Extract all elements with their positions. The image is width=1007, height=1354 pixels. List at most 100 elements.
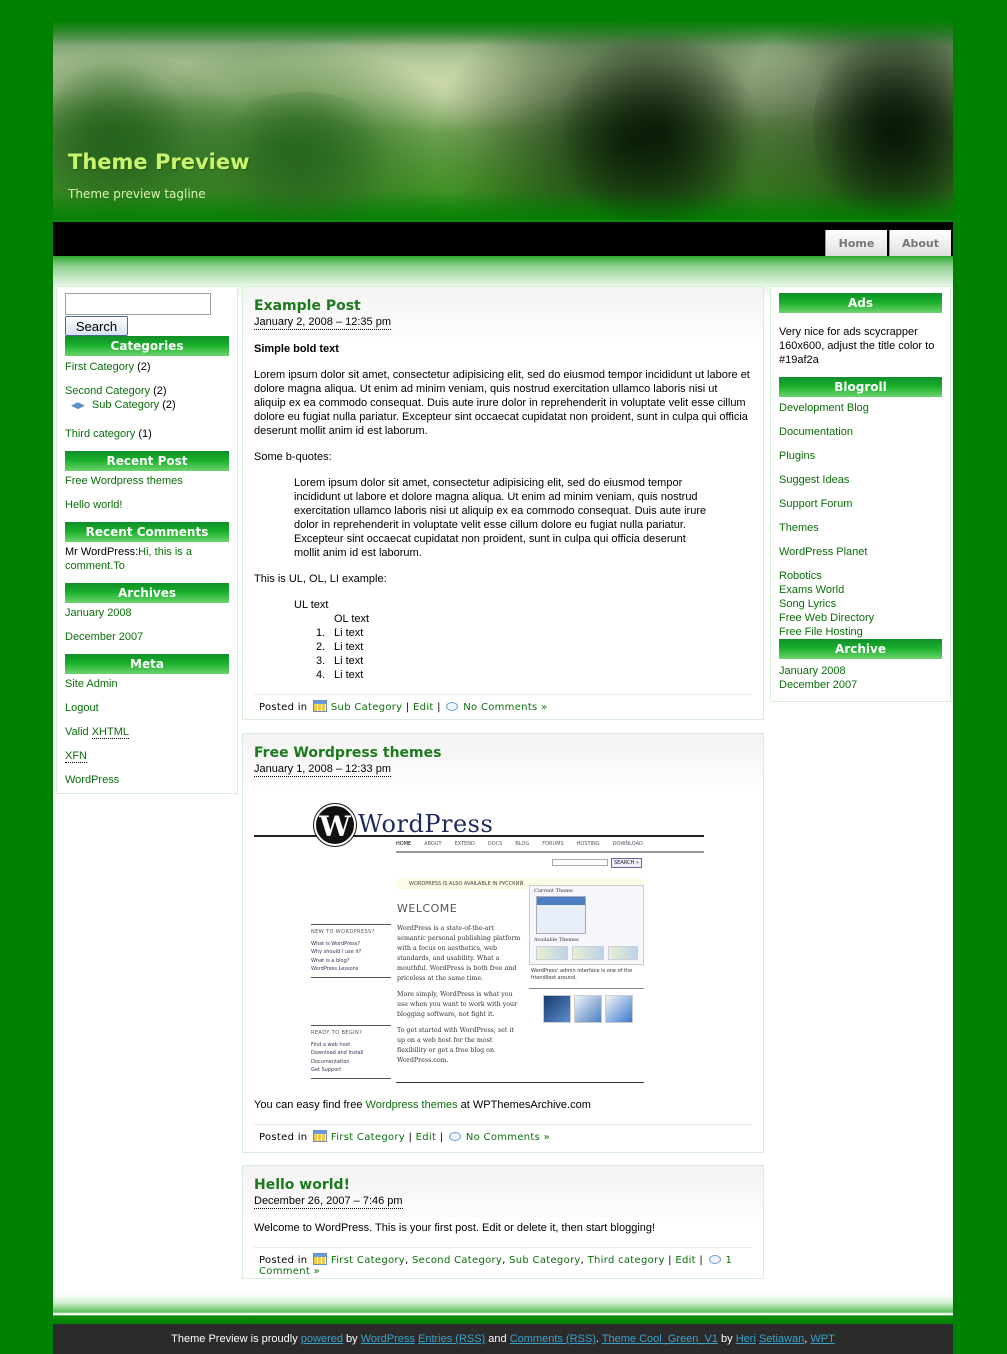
search-form: Search [65,293,229,336]
post-category-link[interactable]: Sub Category [509,1255,581,1266]
footer-wpt-link[interactable]: WPT [810,1333,834,1345]
screenshot-label: Available Themes [534,937,579,943]
blogroll-link[interactable]: Themes [779,522,819,534]
nav-home[interactable]: Home [825,230,887,257]
post-date: January 1, 2008 – 12:33 pm [254,763,391,777]
list-text: Li text [334,669,364,681]
widget-title-recent-posts: Recent Post [65,451,229,471]
post-category-link[interactable]: Second Category [412,1255,502,1266]
post-category-link[interactable]: Sub Category [331,702,403,713]
footer-author-link[interactable]: Setiawan [759,1333,804,1345]
recent-comment-item: Mr WordPress:Hi, this is a comment.To [65,545,229,573]
edit-link[interactable]: Edit [413,702,434,713]
list-number: 4. [316,669,326,681]
archive-link[interactable]: December 2007 [779,679,857,691]
nav-about[interactable]: About [889,230,951,257]
archive-link[interactable]: December 2007 [65,631,143,643]
post-text: Welcome to WordPress. This is your first… [254,1222,656,1234]
meta-logout-link[interactable]: Logout [65,702,99,714]
wordpress-logo-icon: W [314,804,356,846]
wordpress-screenshot-image: W WordPress HOME ABOUT EXTEND DOCS BLOG … [254,799,704,1084]
footer-powered-link[interactable]: powered [301,1333,343,1345]
screenshot-nav-item: HOME [396,841,412,847]
comment-author: Mr WordPress [65,546,136,558]
post-title-link[interactable]: Hello world! [254,1177,350,1193]
meta-xfn-link[interactable]: XFN [65,750,87,763]
footer-comments-rss-link[interactable]: Comments (RSS) [510,1333,596,1345]
archive-link[interactable]: January 2008 [779,665,846,677]
widget-archive: Archive January 2008 December 2007 [779,639,942,692]
wordpress-themes-link[interactable]: Wordpress themes [366,1099,458,1111]
footer-author-link[interactable]: Heri [736,1333,756,1345]
search-input[interactable] [65,293,211,315]
blogroll-link[interactable]: Documentation [779,426,853,438]
meta-site-admin-link[interactable]: Site Admin [65,678,118,690]
post-title-link[interactable]: Free Wordpress themes [254,745,441,761]
recent-post-link[interactable]: Free Wordpress themes [65,475,183,487]
post-category-link[interactable]: First Category [331,1255,405,1266]
blogroll-link[interactable]: Suggest Ideas [779,474,849,486]
list-item: 4. Li text [316,668,752,682]
category-link-third[interactable]: Third category [65,428,135,440]
extra-link[interactable]: Song Lyrics [779,598,836,610]
screenshot-welcome: WELCOME [397,902,458,915]
screenshot-thumb [608,946,638,960]
site-title[interactable]: Theme Preview [68,150,249,174]
screenshot-nav-item: FORUMS [542,841,564,847]
footer-entries-rss-link[interactable]: Entries (RSS) [418,1333,485,1345]
screenshot-ready-box: READY TO BEGIN? Find a web host Download… [311,1025,391,1079]
calendar-icon [312,1130,327,1142]
screenshot-nav: HOME ABOUT EXTEND DOCS BLOG FORUMS HOSTI… [396,841,643,847]
extra-link[interactable]: Exams World [779,584,844,596]
search-button[interactable]: Search [65,316,128,336]
extra-link[interactable]: Robotics [779,570,822,582]
widget-meta: Meta Site Admin Logout Valid XHTML XFN W… [65,654,229,787]
header-landscape-shape [553,32,763,220]
category-link-sub[interactable]: Sub Category [92,399,159,411]
screenshot-thumb [543,995,571,1023]
post-meta: Posted in First Category, Second Categor… [254,1247,752,1277]
list-text: Li text [334,655,364,667]
edit-link[interactable]: Edit [416,1132,437,1143]
extra-link[interactable]: Free Web Directory [779,612,874,624]
edit-link[interactable]: Edit [675,1255,696,1266]
main-nav: Home About [53,220,953,257]
page-wrapper: Theme Preview Theme preview tagline Home… [53,0,953,1354]
category-count: (1) [138,428,152,440]
screenshot-nav-item: EXTEND [454,841,475,847]
blogroll-link[interactable]: Support Forum [779,498,852,510]
category-link-second[interactable]: Second Category [65,385,150,397]
post-title-link[interactable]: Example Post [254,298,361,314]
extra-link[interactable]: Free File Hosting [779,626,863,638]
footer-wordpress-link[interactable]: WordPress [361,1333,415,1345]
screenshot-nav-item: BLOG [515,841,530,847]
bottom-gradient-band [53,1294,953,1324]
blogroll-link[interactable]: WordPress Planet [779,546,867,558]
post: Example Post January 2, 2008 – 12:35 pm … [242,286,764,720]
footer-text: by [342,1333,361,1345]
blogroll-link[interactable]: Plugins [779,450,815,462]
ads-text: Very nice for ads scycrapper 160x600, ad… [779,326,935,366]
category-link-first[interactable]: First Category [65,361,134,373]
post-category-link[interactable]: First Category [331,1132,405,1143]
widget-archives: Archives January 2008 December 2007 [65,583,229,644]
screenshot-link: Why should I use it? [311,949,362,955]
list-item: 3. Li text [316,654,752,668]
recent-post-link[interactable]: Hello world! [65,499,122,511]
blogroll-link[interactable]: Development Blog [779,402,869,414]
screenshot-rule [529,988,644,989]
meta-wordpress-link[interactable]: WordPress [65,774,119,786]
screenshot-link: Documentation [311,1058,350,1065]
valid-prefix: Valid [65,726,92,738]
post-category-link[interactable]: Third category [588,1255,665,1266]
comments-link[interactable]: No Comments » [466,1132,550,1143]
blockquote: Lorem ipsum dolor sit amet, consectetur … [294,477,707,559]
footer-theme-link[interactable]: Theme Cool_Green_V1 [602,1333,718,1345]
archive-link[interactable]: January 2008 [65,607,132,619]
posted-in-label: Posted in [259,702,308,713]
comments-link[interactable]: No Comments » [463,702,547,713]
meta-valid-xhtml-link[interactable]: Valid XHTML [65,726,129,739]
screenshot-label: Current Theme [534,888,573,894]
widget-recent-comments: Recent Comments Mr WordPress:Hi, this is… [65,522,229,573]
list-text: Li text [334,627,364,639]
